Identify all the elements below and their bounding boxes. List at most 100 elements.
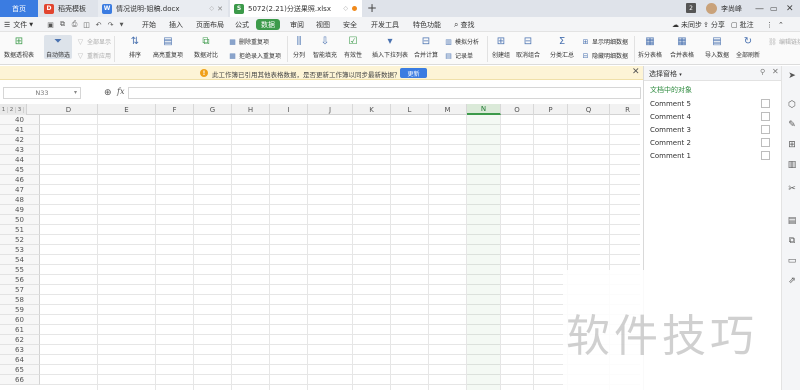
row-header[interactable]: 46 — [0, 175, 40, 185]
ungroup-button[interactable]: ⊟ 取消组合 — [516, 35, 540, 59]
column-header-n[interactable]: N — [467, 104, 501, 115]
formula-input[interactable] — [128, 87, 641, 99]
show-detail-button[interactable]: ⊞ 显示明细数据 — [581, 37, 628, 47]
function-icon[interactable]: fx — [117, 87, 124, 96]
column-header-l[interactable]: L — [391, 104, 429, 115]
row-header[interactable]: 53 — [0, 245, 40, 255]
menu-formula[interactable]: 公式 — [235, 17, 249, 32]
close-window-icon[interactable]: ✕ — [786, 0, 794, 17]
menu-start[interactable]: 开始 — [142, 17, 156, 32]
column-header-k[interactable]: K — [353, 104, 391, 115]
object-list-item[interactable]: Comment 2 — [650, 137, 774, 148]
object-list-item[interactable]: Comment 5 — [650, 98, 774, 109]
row-header[interactable]: 50 — [0, 215, 40, 225]
maximize-icon[interactable]: ▭ — [770, 0, 778, 17]
menu-developer[interactable]: 开发工具 — [371, 17, 399, 32]
tab-document[interactable]: W 情况说明-姐稿.docx ◇ ✕ — [98, 0, 228, 17]
row-header[interactable]: 40 — [0, 115, 40, 125]
row-header[interactable]: 55 — [0, 265, 40, 275]
collapse-ribbon-icon[interactable]: ⌃ — [778, 17, 784, 32]
merge-table-button[interactable]: ▦ 合并表格 — [670, 35, 694, 59]
share-side-icon[interactable]: ⇗ — [787, 276, 797, 286]
pane-options-icon[interactable]: ⚲ — [760, 68, 765, 76]
row-header[interactable]: 58 — [0, 295, 40, 305]
pin-icon[interactable]: ◇ — [209, 5, 214, 12]
close-tab-icon[interactable]: ✕ — [217, 5, 223, 13]
create-group-button[interactable]: ⊞ 创建组 — [492, 35, 510, 59]
chart-icon[interactable]: ▥ — [787, 160, 797, 170]
visibility-checkbox[interactable] — [761, 99, 770, 108]
tab-spreadsheet[interactable]: S 5072(2.21)分送果照.xlsx ◇ — [230, 0, 362, 17]
reapply-button[interactable]: ▽ 重新应用 — [76, 51, 111, 61]
object-list-item[interactable]: Comment 1 — [650, 150, 774, 161]
preview-icon[interactable]: ◫ — [82, 20, 91, 29]
pivot-table-button[interactable]: ⊞ 数据透视表 — [4, 35, 34, 59]
column-header-j[interactable]: J — [308, 104, 353, 115]
row-header[interactable]: 41 — [0, 125, 40, 135]
row-header[interactable]: 57 — [0, 285, 40, 295]
zoom-icon[interactable]: ⊕ — [104, 88, 112, 98]
hide-detail-button[interactable]: ⊟ 隐藏明细数据 — [581, 51, 628, 61]
menu-review[interactable]: 审阅 — [290, 17, 304, 32]
edit-links-button[interactable]: ⛓编辑链接 — [768, 37, 800, 47]
validity-button[interactable]: ☑ 有效性 — [344, 35, 362, 59]
share-button[interactable]: ⇪ 分享 — [703, 17, 725, 32]
row-header[interactable]: 66 — [0, 375, 40, 385]
avatar[interactable] — [706, 3, 717, 14]
row-header[interactable]: 56 — [0, 275, 40, 285]
redo-icon[interactable]: ↷ — [106, 20, 115, 29]
sort-button[interactable]: ⇅ 排序 — [128, 35, 142, 59]
row-header[interactable]: 61 — [0, 325, 40, 335]
save-icon[interactable]: ▣ — [46, 20, 55, 29]
undo-icon[interactable]: ↶ — [94, 20, 103, 29]
row-header[interactable]: 64 — [0, 355, 40, 365]
row-header[interactable]: 45 — [0, 165, 40, 175]
object-list-item[interactable]: Comment 3 — [650, 124, 774, 135]
split-table-button[interactable]: ▦ 拆分表格 — [638, 35, 662, 59]
menu-special[interactable]: 特色功能 — [413, 17, 441, 32]
visibility-checkbox[interactable] — [761, 138, 770, 147]
row-header[interactable]: 47 — [0, 185, 40, 195]
row-header[interactable]: 65 — [0, 365, 40, 375]
window-count-badge[interactable]: 2 — [686, 3, 696, 13]
highlight-duplicates-button[interactable]: ▤ 高亮重复项 — [153, 35, 183, 59]
search-button[interactable]: ⌕ 查找 — [454, 17, 474, 32]
column-header-q[interactable]: Q — [568, 104, 610, 115]
smart-fill-button[interactable]: ⇩ 智能填充 — [313, 35, 337, 59]
object-list-item[interactable]: Comment 4 — [650, 111, 774, 122]
tab-shell-templates[interactable]: D 稻壳模板 — [40, 0, 96, 17]
row-header[interactable]: 62 — [0, 335, 40, 345]
tools-icon[interactable]: ✂ — [787, 184, 797, 194]
record-form-button[interactable]: ▤ 记录单 — [444, 51, 473, 61]
row-header[interactable]: 49 — [0, 205, 40, 215]
visibility-checkbox[interactable] — [761, 112, 770, 121]
subtotal-button[interactable]: Σ 分类汇总 — [550, 35, 574, 59]
minimize-icon[interactable]: — — [755, 0, 764, 17]
split-columns-button[interactable]: ⫼ 分列 — [292, 35, 306, 59]
simulate-analysis-button[interactable]: ▥ 模拟分析 — [444, 37, 479, 47]
styles-icon[interactable]: ✎ — [787, 120, 797, 130]
grid-icon[interactable]: ⊞ — [787, 140, 797, 150]
column-header-p[interactable]: P — [534, 104, 568, 115]
shapes-icon[interactable]: ⬡ — [787, 100, 797, 110]
outline-level-1[interactable]: 1 — [0, 106, 8, 113]
print-icon[interactable]: ⎙ — [70, 20, 79, 29]
row-header[interactable]: 43 — [0, 145, 40, 155]
data-compare-button[interactable]: ⧉ 数据对比 — [194, 35, 218, 59]
insert-dropdown-button[interactable]: ▾ 插入下拉列表 — [372, 35, 408, 59]
visibility-checkbox[interactable] — [761, 151, 770, 160]
comment-button[interactable]: ▢ 批注 — [731, 17, 754, 32]
refresh-all-button[interactable]: ↻ 全部刷新 — [736, 35, 760, 59]
show-all-button[interactable]: ▽ 全部显示 — [76, 37, 111, 47]
row-header[interactable]: 48 — [0, 195, 40, 205]
row-header[interactable]: 54 — [0, 255, 40, 265]
copy-icon[interactable]: ⧉ — [787, 236, 797, 246]
new-tab-button[interactable]: + — [367, 1, 377, 15]
column-header-d[interactable]: D — [40, 104, 98, 115]
column-header-i[interactable]: I — [270, 104, 308, 115]
user-name[interactable]: 李尚峰 — [721, 0, 742, 17]
column-header-o[interactable]: O — [501, 104, 534, 115]
menu-data[interactable]: 数据 — [256, 19, 280, 30]
more-chevron-icon[interactable]: ▼ — [117, 20, 126, 29]
row-header[interactable]: 44 — [0, 155, 40, 165]
